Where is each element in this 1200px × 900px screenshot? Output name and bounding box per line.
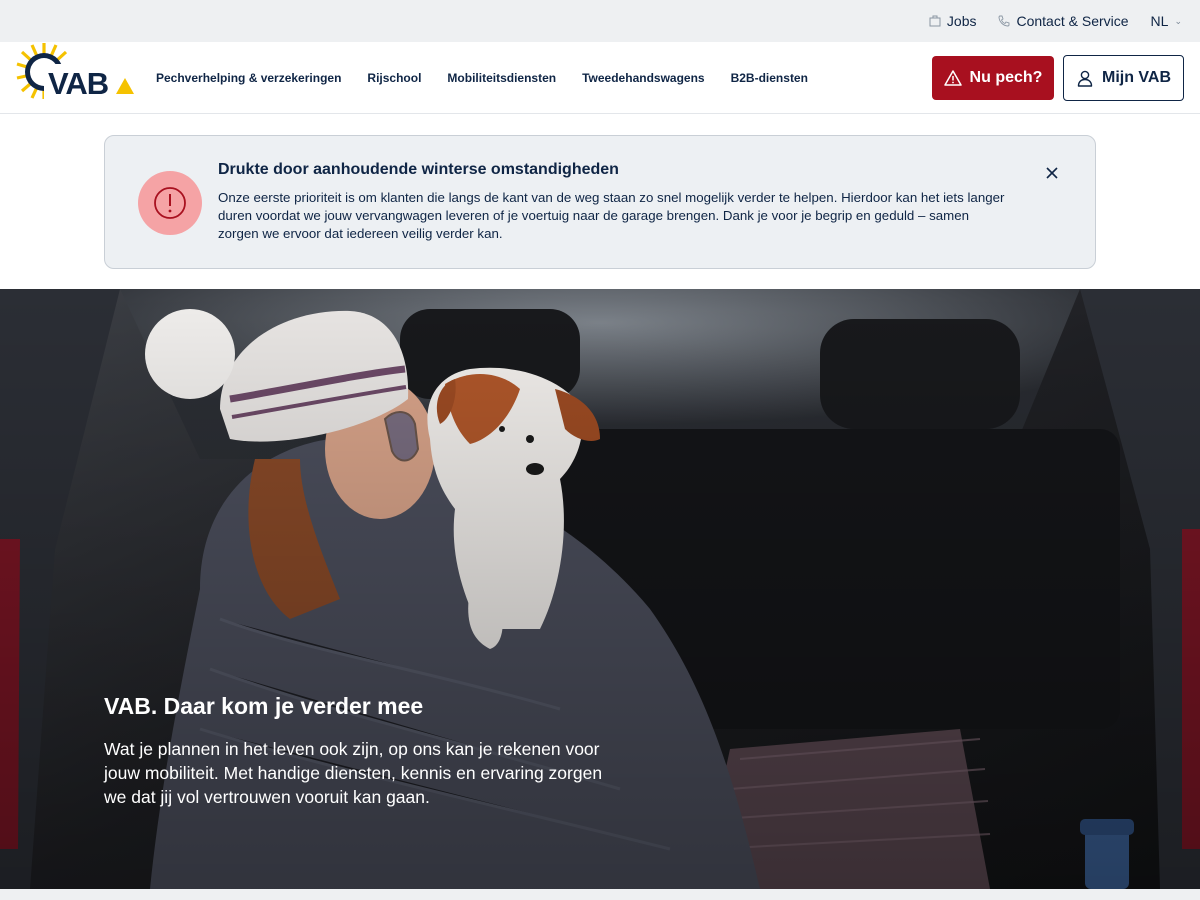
hero-text: Wat je plannen in het leven ook zijn, op…	[104, 739, 603, 807]
logo-text: VAB	[48, 66, 108, 100]
hero-title: VAB. Daar kom je verder mee	[104, 693, 424, 719]
bottom-strip	[0, 889, 1200, 900]
alert-icon-circle	[138, 171, 202, 235]
nav-item-b2b-diensten[interactable]: B2B-diensten	[731, 71, 808, 85]
utility-bar: Jobs Contact & Service NL ⌄	[0, 0, 1200, 42]
alert-banner: Drukte door aanhoudende winterse omstand…	[104, 135, 1096, 269]
main-nav: Pechverhelping & verzekeringen Rijschool…	[156, 42, 808, 114]
user-icon	[1077, 70, 1093, 87]
phone-icon	[999, 15, 1010, 27]
nav-item-mobiliteitsdiensten[interactable]: Mobiliteitsdiensten	[447, 71, 556, 85]
contact-label: Contact & Service	[1016, 13, 1129, 29]
language-label: NL	[1150, 13, 1169, 29]
nu-pech-button[interactable]: Nu pech?	[932, 56, 1054, 100]
mijn-vab-button[interactable]: Mijn VAB	[1063, 55, 1184, 101]
contact-link[interactable]: Contact & Service	[998, 13, 1129, 29]
nav-item-rijschool[interactable]: Rijschool	[367, 71, 421, 85]
mijn-vab-label: Mijn VAB	[1101, 69, 1172, 86]
alert-title: Drukte door aanhoudende winterse omstand…	[218, 161, 619, 178]
jobs-label: Jobs	[946, 13, 977, 29]
vab-logo[interactable]: VAB	[16, 42, 134, 100]
nu-pech-label: Nu pech?	[969, 69, 1043, 86]
alert-text: Onze eerste prioriteit is om klanten die…	[218, 190, 1005, 241]
hero-section: VAB. Daar kom je verder mee Wat je plann…	[0, 289, 1200, 889]
close-icon	[1046, 167, 1058, 179]
nav-item-pechverhelping[interactable]: Pechverhelping & verzekeringen	[156, 71, 341, 85]
nav-item-tweedehandswagens[interactable]: Tweedehandswagens	[582, 71, 704, 85]
alert-close-button[interactable]	[1043, 164, 1061, 182]
language-selector[interactable]: NL ⌄	[1151, 13, 1182, 29]
main-header: VAB Pechverhelping & verzekeringen Rijsc…	[0, 42, 1200, 114]
warning-triangle-icon	[943, 70, 962, 86]
chevron-down-icon: ⌄	[1174, 15, 1182, 26]
jobs-link[interactable]: Jobs	[929, 13, 977, 29]
exclamation-circle-icon	[154, 187, 186, 219]
briefcase-icon	[929, 15, 941, 27]
